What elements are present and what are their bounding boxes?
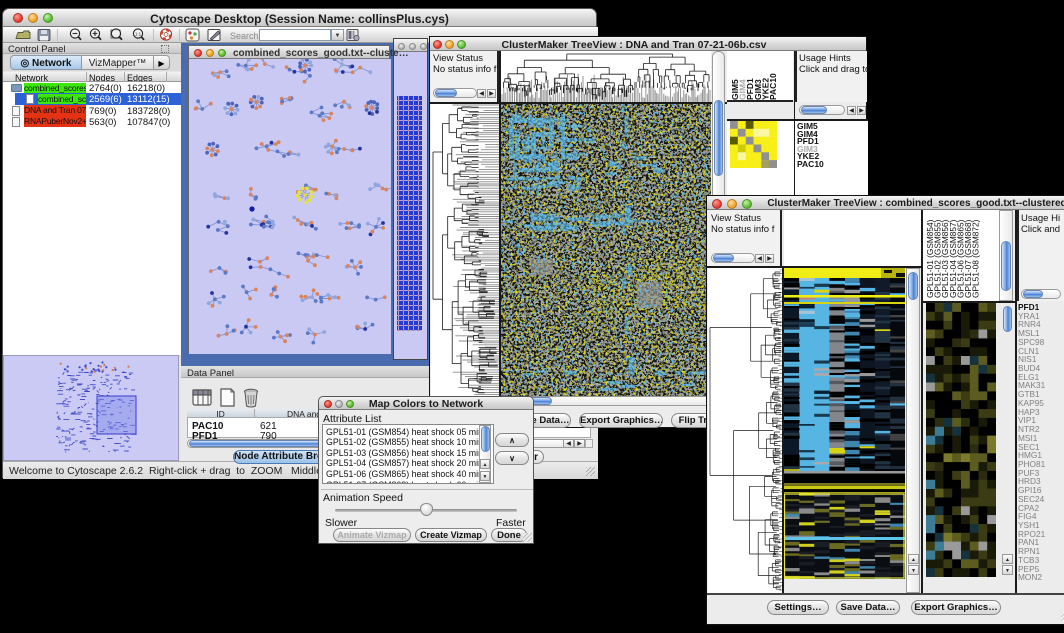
svg-text:GPL51-08 (GSM872): GPL51-08 (GSM872): [971, 219, 981, 298]
svg-text:PAC10: PAC10: [768, 73, 778, 100]
svg-text:1:1: 1:1: [135, 32, 142, 37]
